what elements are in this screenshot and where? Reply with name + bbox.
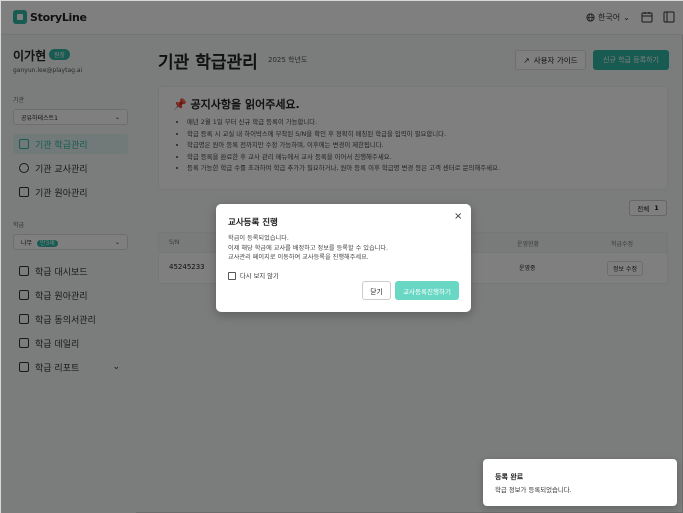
modal-body: 학급이 등록되었습니다. 이제 해당 학급에 교사를 배정하고 정보를 등록할 …	[228, 234, 460, 263]
dont-show-again-checkbox[interactable]	[228, 271, 236, 280]
modal-line: 이제 해당 학급에 교사를 배정하고 정보를 등록할 수 있습니다.	[228, 244, 389, 252]
close-button[interactable]: 닫기	[362, 281, 391, 300]
toast-notification: 등록 완료 학급 정보가 등록되었습니다.	[483, 459, 677, 506]
modal-title: 교사등록 진행	[228, 218, 278, 228]
teacher-registration-modal: 교사등록 진행 × 학급이 등록되었습니다. 이제 해당 학급에 교사를 배정하…	[216, 204, 471, 312]
toast-title: 등록 완료	[495, 473, 524, 481]
dont-show-again-label: 다시 보지 않기	[240, 273, 279, 280]
proceed-teacher-registration-button[interactable]: 교사등록진행하기	[395, 281, 459, 300]
modal-line: 교사관리 페이지로 이동하여 교사등록을 진행해주세요.	[228, 254, 369, 262]
close-icon[interactable]: ×	[454, 211, 462, 222]
dont-show-again-row[interactable]: 다시 보지 않기	[228, 271, 279, 280]
toast-message: 학급 정보가 등록되었습니다.	[495, 486, 572, 494]
app-window: StoryLine 한국어 ⌄ 이가현 원장 ganyun.lee@playta…	[0, 0, 683, 513]
modal-line: 학급이 등록되었습니다.	[228, 235, 289, 242]
